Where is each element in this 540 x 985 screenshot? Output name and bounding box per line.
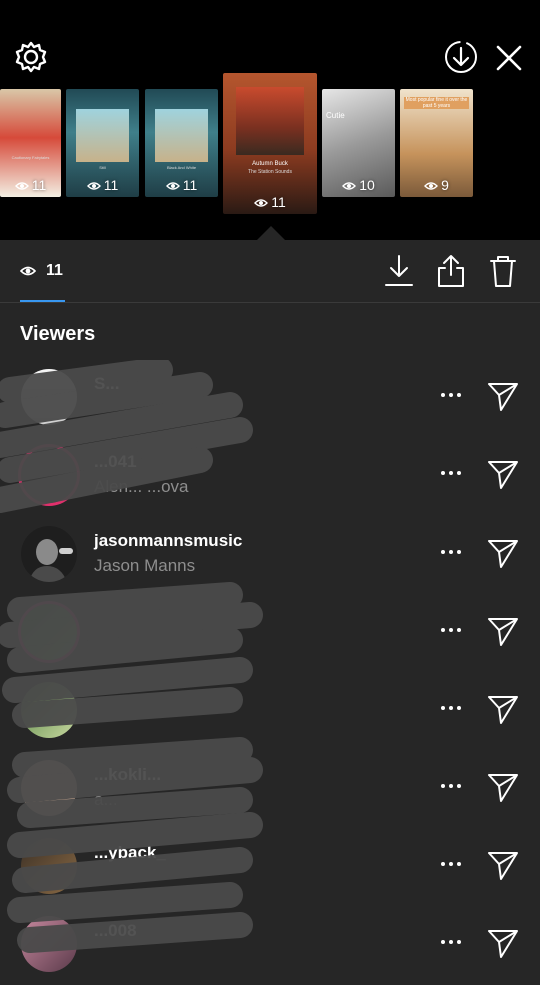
avatar[interactable] <box>21 916 77 972</box>
share-icon[interactable] <box>436 254 466 288</box>
story-title: Still <box>99 165 106 170</box>
story-view-count-value: 9 <box>441 177 449 193</box>
story-view-count: 11 <box>0 177 61 193</box>
send-message-icon[interactable] <box>486 458 520 490</box>
send-message-icon[interactable] <box>486 615 520 647</box>
story-thumbnail[interactable]: Black And White 11 <box>145 89 218 197</box>
more-options-icon[interactable] <box>436 620 466 640</box>
viewer-username[interactable]: S... <box>94 374 120 394</box>
story-view-count: 9 <box>400 177 473 193</box>
viewer-row[interactable] <box>0 673 540 751</box>
more-options-icon[interactable] <box>436 698 466 718</box>
eye-icon <box>342 182 357 190</box>
send-message-icon[interactable] <box>486 537 520 569</box>
story-title: Cutie <box>326 111 345 120</box>
avatar[interactable] <box>21 760 77 816</box>
download-icon[interactable] <box>384 254 414 288</box>
more-options-icon[interactable] <box>436 854 466 874</box>
story-view-count-value: 10 <box>359 177 375 193</box>
selected-story-pointer <box>257 226 285 240</box>
eye-icon <box>424 182 439 190</box>
viewer-fullname: Alen... ...ova <box>94 477 189 496</box>
viewer-row[interactable]: S... <box>0 360 540 438</box>
story-title: Autumn Buck <box>252 161 288 167</box>
story-view-count: 11 <box>223 194 317 210</box>
more-options-icon[interactable] <box>436 776 466 796</box>
eye-icon <box>86 182 101 190</box>
viewer-username[interactable]: ...008 <box>94 921 137 941</box>
story-thumbnail[interactable]: Most popular fine it over the past 5 yea… <box>400 89 473 197</box>
viewer-row[interactable] <box>0 595 540 673</box>
story-view-count-value: 11 <box>182 177 198 193</box>
story-title: Most popular fine it over the past 5 yea… <box>404 97 469 109</box>
story-title: Cautionary Fairytales <box>11 155 50 160</box>
viewer-row[interactable]: ...041 Alen... ...ova <box>0 438 540 516</box>
viewer-row[interactable]: ...yback_ <box>0 829 540 907</box>
send-message-icon[interactable] <box>486 693 520 725</box>
viewer-fullname: a... <box>94 790 118 809</box>
story-subtitle: The Station Sounds <box>248 169 292 175</box>
eye-icon <box>14 182 29 190</box>
send-message-icon[interactable] <box>486 927 520 959</box>
story-thumbnail-selected[interactable]: Autumn Buck The Station Sounds 11 <box>223 73 317 214</box>
more-options-icon[interactable] <box>436 932 466 952</box>
viewer-username[interactable]: ...kokli... <box>94 765 161 785</box>
send-message-icon[interactable] <box>486 849 520 881</box>
eye-icon <box>20 266 36 276</box>
story-view-count: 11 <box>66 177 139 193</box>
album-cover <box>236 87 304 155</box>
viewer-row[interactable]: jasonmannsmusic Jason Manns <box>0 517 540 595</box>
avatar[interactable] <box>21 604 77 660</box>
story-view-count-value: 11 <box>103 177 119 193</box>
viewer-username[interactable]: ...yback_ <box>94 843 166 863</box>
viewers-heading: Viewers <box>20 323 96 345</box>
eye-icon <box>254 199 269 207</box>
story-thumbnails: Cautionary Fairytales 11 Still 11 Black … <box>0 0 540 240</box>
more-options-icon[interactable] <box>436 463 466 483</box>
viewer-username[interactable]: jasonmannsmusic <box>94 531 242 551</box>
story-top-panel: Cautionary Fairytales 11 Still 11 Black … <box>0 0 540 240</box>
story-view-count: 10 <box>322 177 395 193</box>
story-thumbnail[interactable]: Cutie 10 <box>322 89 395 197</box>
views-count[interactable]: 11 <box>46 262 63 280</box>
more-options-icon[interactable] <box>436 385 466 405</box>
viewer-row[interactable]: ...kokli... a... <box>0 751 540 829</box>
viewer-username[interactable]: ...041 <box>94 452 137 472</box>
avatar[interactable] <box>21 682 77 738</box>
eye-icon <box>165 182 180 190</box>
send-message-icon[interactable] <box>486 771 520 803</box>
send-message-icon[interactable] <box>486 380 520 412</box>
avatar[interactable] <box>21 838 77 894</box>
more-options-icon[interactable] <box>436 542 466 562</box>
story-view-count-value: 11 <box>271 194 286 210</box>
album-cover <box>76 109 129 162</box>
story-view-count: 11 <box>145 177 218 193</box>
views-tab-indicator <box>20 300 65 302</box>
avatar[interactable] <box>21 447 77 503</box>
viewer-fullname: Jason Manns <box>94 556 196 575</box>
story-thumbnail[interactable]: Cautionary Fairytales 11 <box>0 89 61 197</box>
trash-icon[interactable] <box>488 254 518 288</box>
viewer-row[interactable]: ...008 <box>0 907 540 985</box>
avatar[interactable] <box>21 526 77 582</box>
story-thumbnail[interactable]: Still 11 <box>66 89 139 197</box>
avatar-silhouette <box>21 526 77 582</box>
avatar[interactable] <box>21 369 77 425</box>
story-view-count-value: 11 <box>31 177 47 193</box>
album-cover <box>155 109 208 162</box>
story-title: Black And White <box>166 165 197 170</box>
